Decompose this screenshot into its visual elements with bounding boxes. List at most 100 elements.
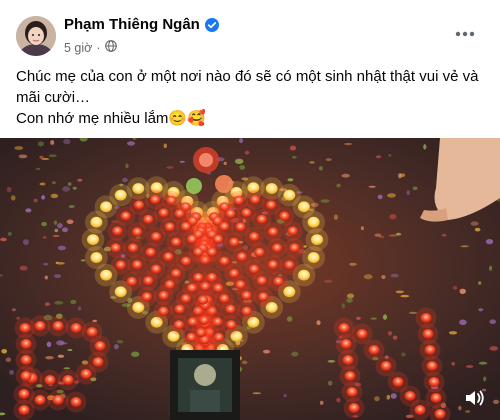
petal: [392, 335, 398, 340]
petal: [478, 361, 488, 365]
petal: [54, 301, 64, 305]
candle-red: [188, 267, 209, 288]
petal: [12, 308, 16, 312]
petal: [423, 144, 427, 150]
petal: [50, 140, 55, 145]
petal: [25, 208, 32, 213]
petal: [408, 311, 418, 314]
petal: [44, 302, 50, 307]
petal: [309, 161, 315, 164]
petal: [478, 308, 484, 312]
post-time[interactable]: 5 giờ: [64, 41, 92, 55]
petal: [363, 274, 373, 280]
post-header: Phạm Thiêng Ngân 5 giờ ·: [0, 0, 500, 60]
petal: [459, 288, 466, 294]
petal: [122, 177, 128, 183]
petal: [324, 279, 333, 283]
petal: [485, 239, 494, 245]
candle-red: [188, 242, 209, 262]
petal: [163, 143, 167, 149]
more-options-button[interactable]: [452, 24, 478, 44]
petal: [43, 236, 47, 239]
petal: [286, 316, 293, 322]
petal: [319, 400, 324, 405]
more-horizontal-icon: [455, 31, 475, 37]
petal: [0, 237, 7, 242]
candle-red: [343, 397, 365, 419]
sound-toggle-button[interactable]: [462, 386, 488, 410]
petal: [72, 186, 77, 190]
petal: [349, 262, 357, 266]
petal: [239, 138, 244, 144]
petal: [45, 356, 54, 360]
photo-frame: [170, 350, 240, 420]
petal: [179, 160, 185, 163]
petal: [283, 394, 287, 398]
petal: [388, 234, 398, 237]
petal: [36, 167, 41, 170]
petal: [131, 351, 140, 357]
petal: [63, 139, 71, 145]
petal: [244, 150, 250, 155]
meta-separator: ·: [96, 40, 101, 55]
petal: [39, 182, 46, 186]
candle-red: [29, 389, 51, 411]
avatar-image: [16, 16, 56, 56]
petal: [400, 173, 406, 177]
petal: [489, 319, 497, 324]
petal: [374, 396, 380, 402]
petal: [66, 219, 74, 225]
petal: [370, 317, 377, 320]
petal: [360, 226, 364, 231]
petal: [55, 261, 59, 264]
petal: [5, 357, 12, 362]
petal: [67, 349, 73, 351]
petal: [41, 221, 47, 227]
petal: [57, 354, 65, 358]
petal: [328, 380, 333, 386]
petal: [125, 163, 129, 169]
petal: [478, 281, 482, 285]
petal: [291, 351, 299, 357]
petal: [333, 214, 338, 220]
petal: [48, 154, 57, 158]
petal: [62, 227, 68, 233]
petal: [62, 186, 70, 192]
petal: [116, 340, 124, 344]
petal: [401, 352, 406, 357]
petal: [389, 214, 397, 220]
candle-red: [47, 315, 69, 337]
petal: [67, 182, 72, 186]
petal: [54, 274, 62, 278]
candle-red: [57, 369, 79, 391]
petal: [346, 293, 355, 299]
post-video[interactable]: [0, 138, 500, 420]
petal: [387, 331, 393, 336]
candle-red: [39, 369, 61, 391]
petal: [23, 239, 29, 245]
petal: [223, 161, 227, 166]
globe-icon[interactable]: [104, 40, 117, 55]
petal: [114, 344, 119, 350]
petal: [263, 349, 270, 354]
petal: [56, 340, 65, 346]
author-name[interactable]: Phạm Thiêng Ngân: [64, 16, 200, 33]
candle-red: [231, 246, 252, 267]
petal: [346, 297, 353, 303]
petal: [80, 259, 86, 262]
petal: [390, 393, 397, 399]
petal: [319, 166, 323, 171]
petal: [289, 145, 297, 151]
post-caption: Chúc mẹ của con ở một nơi nào đó sẽ có m…: [16, 66, 486, 129]
petal: [390, 273, 399, 278]
petal: [470, 221, 479, 226]
petal: [63, 367, 71, 370]
candle-red: [249, 242, 270, 263]
candle-red: [15, 365, 37, 387]
caption-line-2: Con nhớ mẹ nhiều lắm😊🥰: [16, 110, 206, 127]
candle-red: [75, 363, 97, 385]
petal: [57, 223, 63, 229]
petal: [442, 233, 447, 237]
author-name-row: Phạm Thiêng Ngân: [64, 16, 219, 33]
author-avatar[interactable]: [16, 16, 56, 56]
